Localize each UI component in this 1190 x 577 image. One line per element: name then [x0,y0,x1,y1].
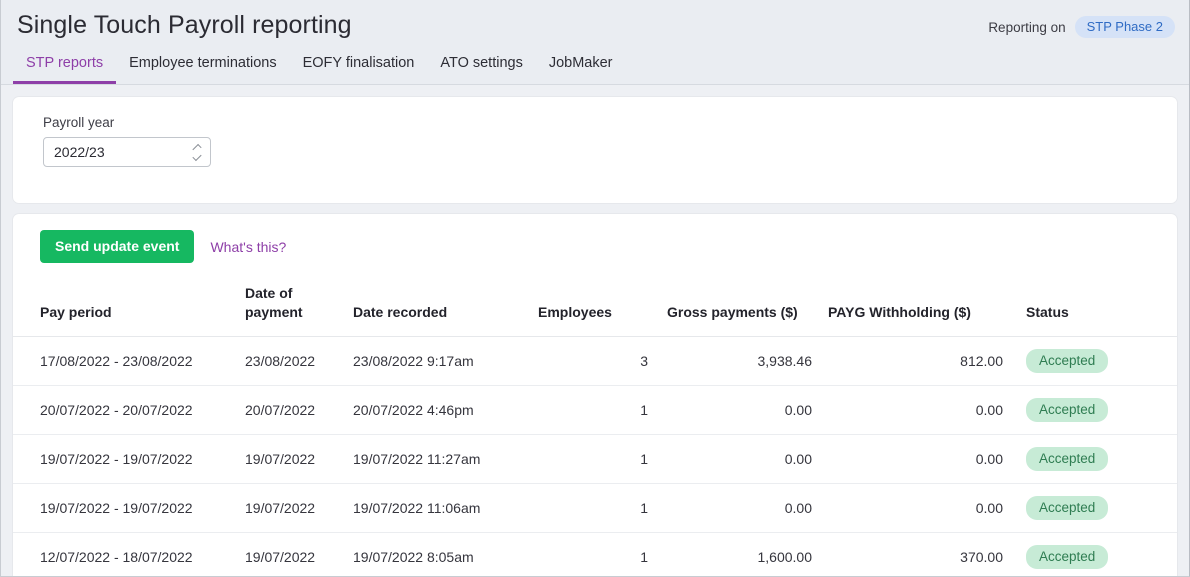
status-badge: Accepted [1026,398,1108,422]
stp-phase-badge[interactable]: STP Phase 2 [1075,16,1175,38]
cell-gross-payments: 0.00 [667,386,828,435]
cell-payg-withholding: 812.00 [828,337,1026,386]
column-header-status[interactable]: Status [1026,284,1177,337]
cell-date-of-payment: 19/07/2022 [245,533,353,577]
cell-pay-period: 12/07/2022 - 18/07/2022 [13,533,245,577]
tab-stp-reports[interactable]: STP reports [13,48,116,84]
stp-reporting-window: Single Touch Payroll reporting Reporting… [0,0,1190,577]
cell-payg-withholding: 0.00 [828,484,1026,533]
reporting-on-label: Reporting on [988,20,1065,35]
cell-date-of-payment: 23/08/2022 [245,337,353,386]
cell-date-of-payment: 20/07/2022 [245,386,353,435]
cell-status: Accepted [1026,435,1177,484]
cell-status: Accepted [1026,484,1177,533]
stp-reports-card: Send update event What's this? Pay perio… [13,214,1177,577]
table-row[interactable]: 19/07/2022 - 19/07/2022 19/07/2022 19/07… [13,484,1177,533]
tab-employee-terminations[interactable]: Employee terminations [116,48,290,84]
cell-pay-period: 19/07/2022 - 19/07/2022 [13,435,245,484]
cell-status: Accepted [1026,386,1177,435]
column-header-date-of-payment[interactable]: Date of payment [245,284,353,337]
status-badge: Accepted [1026,545,1108,569]
payroll-year-select-wrap: 2022/23 [43,137,211,167]
column-header-gross-payments[interactable]: Gross payments ($) [667,284,828,337]
action-row: Send update event What's this? [13,230,1177,263]
table-row[interactable]: 12/07/2022 - 18/07/2022 19/07/2022 19/07… [13,533,1177,577]
tab-jobmaker[interactable]: JobMaker [536,48,626,84]
tab-eofy-finalisation[interactable]: EOFY finalisation [290,48,428,84]
page-header: Single Touch Payroll reporting Reporting… [1,0,1189,85]
payroll-year-value: 2022/23 [54,144,105,160]
cell-date-of-payment: 19/07/2022 [245,435,353,484]
reporting-on-group: Reporting on STP Phase 2 [988,16,1175,38]
cell-date-recorded: 19/07/2022 11:06am [353,484,538,533]
table-body: 17/08/2022 - 23/08/2022 23/08/2022 23/08… [13,337,1177,577]
header-top-row: Single Touch Payroll reporting Reporting… [1,0,1189,42]
cell-date-of-payment: 19/07/2022 [245,484,353,533]
cell-status: Accepted [1026,533,1177,577]
cell-date-recorded: 23/08/2022 9:17am [353,337,538,386]
table-row[interactable]: 19/07/2022 - 19/07/2022 19/07/2022 19/07… [13,435,1177,484]
cell-gross-payments: 0.00 [667,484,828,533]
status-badge: Accepted [1026,496,1108,520]
cell-employees: 3 [538,337,667,386]
table-head: Pay period Date of payment Date recorded… [13,284,1177,337]
status-badge: Accepted [1026,447,1108,471]
cell-employees: 1 [538,435,667,484]
send-update-event-button[interactable]: Send update event [40,230,194,263]
cell-date-recorded: 19/07/2022 8:05am [353,533,538,577]
status-badge: Accepted [1026,349,1108,373]
page-title: Single Touch Payroll reporting [17,8,352,42]
table-row[interactable]: 17/08/2022 - 23/08/2022 23/08/2022 23/08… [13,337,1177,386]
cell-status: Accepted [1026,337,1177,386]
cell-pay-period: 20/07/2022 - 20/07/2022 [13,386,245,435]
payroll-year-card: Payroll year 2022/23 [13,97,1177,203]
column-header-employees[interactable]: Employees [538,284,667,337]
cell-gross-payments: 3,938.46 [667,337,828,386]
whats-this-link[interactable]: What's this? [210,239,286,255]
cell-date-recorded: 19/07/2022 11:27am [353,435,538,484]
cell-pay-period: 17/08/2022 - 23/08/2022 [13,337,245,386]
payroll-year-select[interactable]: 2022/23 [43,137,211,167]
column-header-date-recorded[interactable]: Date recorded [353,284,538,337]
cell-payg-withholding: 370.00 [828,533,1026,577]
cell-employees: 1 [538,533,667,577]
column-header-payg-withholding[interactable]: PAYG Withholding ($) [828,284,1026,337]
table-header-row: Pay period Date of payment Date recorded… [13,284,1177,337]
cell-gross-payments: 0.00 [667,435,828,484]
cell-date-recorded: 20/07/2022 4:46pm [353,386,538,435]
column-header-pay-period[interactable]: Pay period [13,284,245,337]
cell-payg-withholding: 0.00 [828,435,1026,484]
tab-bar: STP reports Employee terminations EOFY f… [1,42,1189,84]
tab-ato-settings[interactable]: ATO settings [427,48,535,84]
cell-pay-period: 19/07/2022 - 19/07/2022 [13,484,245,533]
table-row[interactable]: 20/07/2022 - 20/07/2022 20/07/2022 20/07… [13,386,1177,435]
cell-payg-withholding: 0.00 [828,386,1026,435]
cell-employees: 1 [538,484,667,533]
cell-gross-payments: 1,600.00 [667,533,828,577]
payroll-year-label: Payroll year [43,115,1161,130]
stp-reports-table: Pay period Date of payment Date recorded… [13,284,1177,577]
cell-employees: 1 [538,386,667,435]
page-content: Payroll year 2022/23 Send update event W… [1,85,1189,577]
